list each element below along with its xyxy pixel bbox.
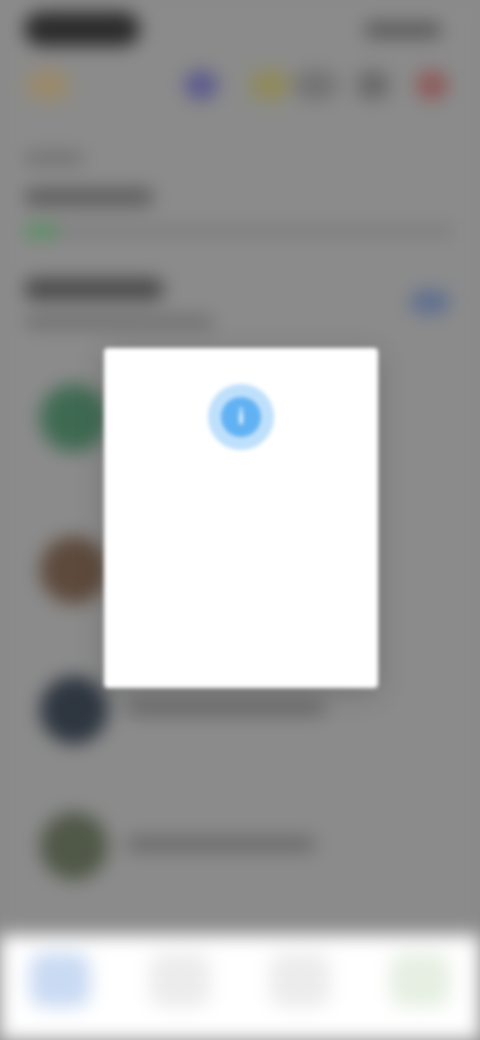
toolbar-coin-icon[interactable]	[250, 70, 290, 100]
status-bar-indicators	[364, 22, 442, 38]
list-title	[24, 278, 164, 300]
progress-fill	[24, 225, 59, 237]
tab-profile-icon[interactable]	[390, 953, 450, 1007]
toolbar-notification-icon[interactable]	[416, 70, 448, 100]
toolbar-item[interactable]	[356, 70, 390, 100]
status-bar-time	[24, 12, 140, 46]
list-action-button[interactable]	[410, 290, 450, 314]
avatar	[40, 676, 108, 744]
list-item[interactable]	[40, 676, 460, 756]
list-item-text	[126, 836, 316, 852]
dialog-confirm-button[interactable]	[188, 600, 294, 626]
logo-icon	[26, 70, 70, 100]
list-subtitle	[24, 316, 214, 328]
tab-chart-icon[interactable]	[270, 953, 330, 1007]
section-label	[24, 152, 84, 164]
list-item[interactable]	[40, 812, 460, 892]
tab-home-icon[interactable]	[30, 953, 90, 1007]
list-item-text	[126, 700, 326, 716]
tab-list-icon[interactable]	[150, 953, 210, 1007]
avatar	[40, 536, 108, 604]
avatar	[40, 384, 108, 452]
info-icon-glyph: i	[221, 397, 261, 437]
info-dialog: i	[104, 348, 378, 688]
progress-bar	[24, 225, 454, 237]
bottom-tab-bar	[0, 935, 480, 1040]
toolbar-avatar-icon[interactable]	[184, 70, 218, 100]
avatar	[40, 812, 108, 880]
info-icon: i	[208, 384, 274, 450]
progress-title	[24, 188, 154, 206]
toolbar-item[interactable]	[294, 70, 338, 100]
